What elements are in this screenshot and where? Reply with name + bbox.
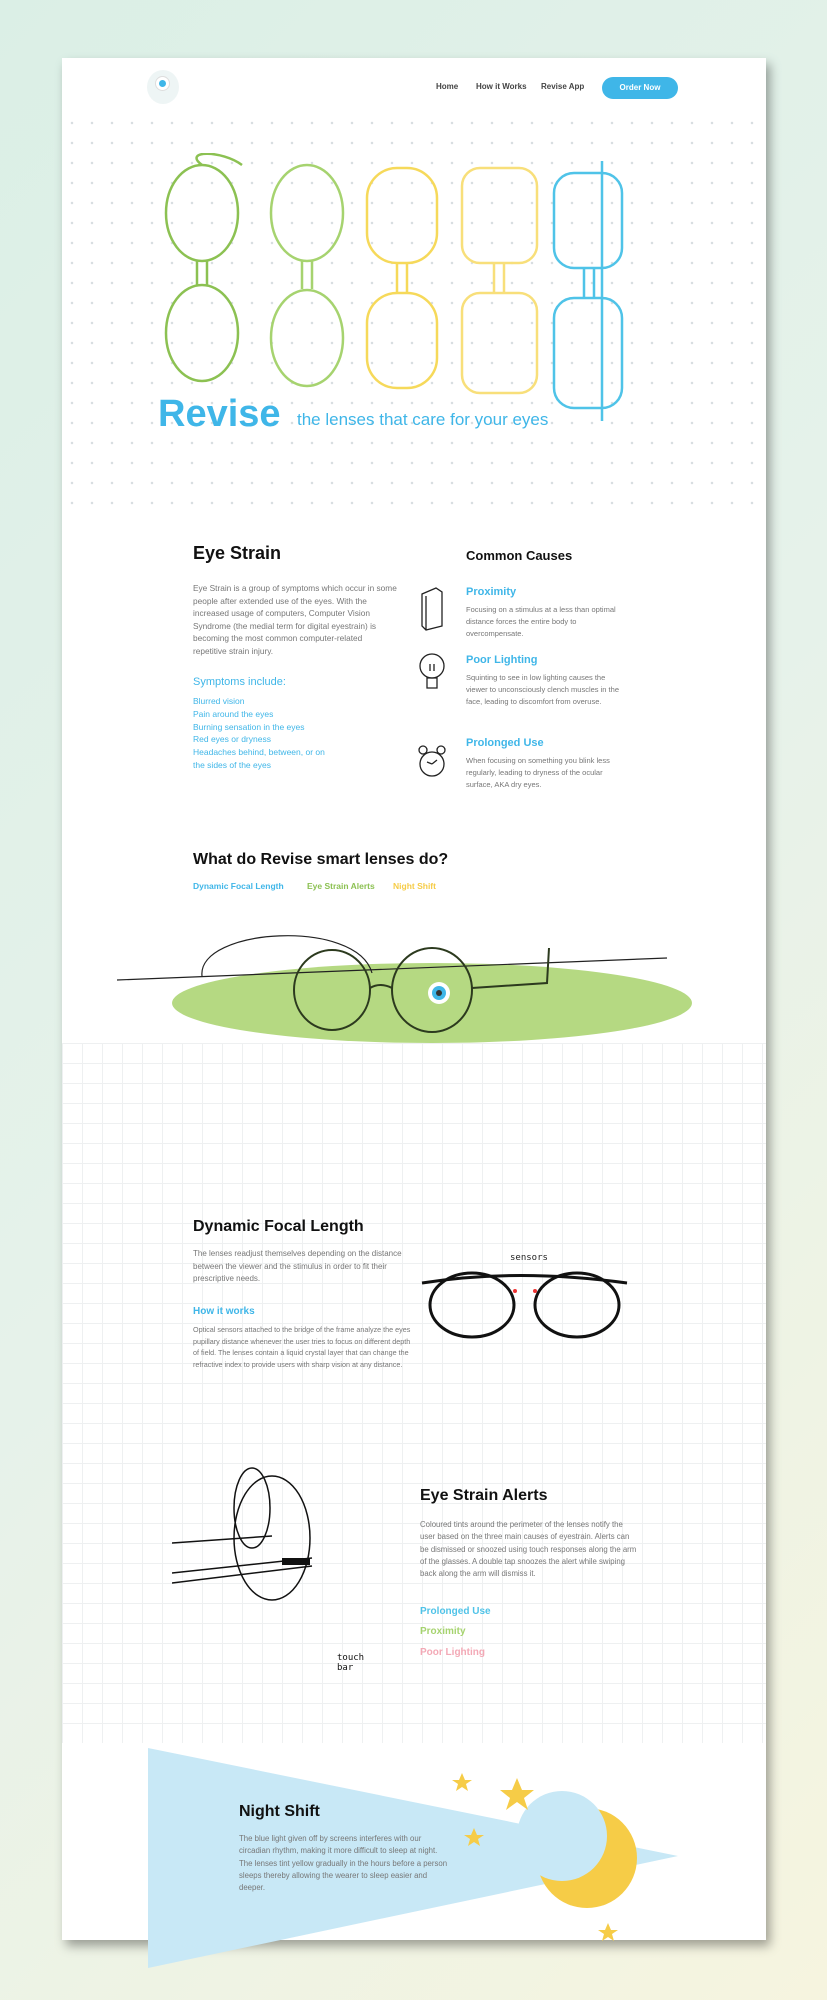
order-now-button[interactable]: Order Now	[602, 77, 678, 99]
grid-pattern	[62, 1043, 766, 1743]
sensor-dot	[513, 1289, 517, 1293]
glasses-yellow	[365, 166, 439, 390]
moon-cutout	[517, 1791, 607, 1881]
page: Home How it Works Revise App Order Now R…	[62, 58, 766, 1968]
how-it-works-title: How it works	[193, 1306, 255, 1317]
glasses-sensors-illustration	[421, 1271, 628, 1339]
symptoms-list: Blurred vision Pain around the eyes Burn…	[193, 695, 333, 772]
book-icon	[421, 587, 443, 631]
touch-bar-label: touch bar	[337, 1653, 365, 1673]
symptoms-title: Symptoms include:	[193, 676, 286, 688]
eye-icon	[156, 77, 169, 90]
alert-poor-lighting: Poor Lighting	[420, 1647, 485, 1658]
glasses-cyan	[552, 161, 624, 421]
alert-proximity: Proximity	[420, 1626, 466, 1637]
symptom: Red eyes or dryness	[193, 734, 271, 745]
cause-proximity-title: Proximity	[466, 586, 517, 598]
features-title: What do Revise smart lenses do?	[193, 851, 449, 868]
alarm-clock-icon	[418, 745, 446, 777]
hero-tagline: the lenses that care for your eyes	[297, 410, 549, 429]
night-shift-body: The blue light given off by screens inte…	[239, 1834, 448, 1893]
glasses-touch-bar-illustration	[172, 1467, 313, 1601]
symptom: Pain around the eyes	[193, 708, 274, 719]
symptom: Blurred vision	[193, 696, 245, 706]
dfl-body: The lenses readjust themselves depending…	[193, 1249, 402, 1284]
cause-poor-lighting-body: Squinting to see in low lighting causes …	[466, 673, 619, 706]
common-causes-title: Common Causes	[466, 548, 573, 563]
lightbulb-icon	[419, 653, 445, 689]
eye-strain-body: Eye Strain is a group of symptoms which …	[193, 583, 397, 656]
nav-home[interactable]: Home	[436, 82, 458, 91]
cause-proximity-body: Focusing on a stimulus at a less than op…	[466, 605, 616, 638]
alerts-title: Eye Strain Alerts	[420, 1487, 548, 1504]
cause-icons	[418, 587, 446, 777]
cause-prolonged-use-title: Prolonged Use	[466, 737, 544, 749]
alert-prolonged-use: Prolonged Use	[420, 1606, 491, 1617]
symptom: Headaches behind, between, or on the sid…	[193, 747, 325, 770]
cause-prolonged-use-body: When focusing on something you blink les…	[466, 756, 610, 789]
symptom: Burning sensation in the eyes	[193, 721, 305, 732]
touch-bar	[282, 1558, 310, 1565]
glasses-green	[164, 153, 243, 383]
eye-strain-title: Eye Strain	[193, 543, 282, 563]
glasses-light-yellow	[460, 166, 539, 395]
nav-how-it-works[interactable]: How it Works	[476, 82, 527, 91]
alerts-body: Coloured tints around the perimeter of t…	[420, 1520, 637, 1579]
cause-poor-lighting-title: Poor Lighting	[466, 654, 538, 666]
feature-link-night-shift[interactable]: Night Shift	[393, 881, 436, 891]
logo[interactable]	[147, 70, 179, 104]
glasses-on-table-illustration	[117, 935, 692, 1043]
nav-revise-app[interactable]: Revise App	[541, 82, 584, 91]
glasses-light-green	[269, 163, 345, 388]
how-it-works-body: Optical sensors attached to the bridge o…	[193, 1325, 411, 1369]
feature-link-eye-strain-alerts[interactable]: Eye Strain Alerts	[307, 881, 375, 891]
dfl-title: Dynamic Focal Length	[193, 1218, 364, 1235]
sensors-label: sensors	[510, 1253, 548, 1263]
night-shift-title: Night Shift	[239, 1803, 320, 1820]
sensor-dot	[533, 1289, 537, 1293]
feature-link-dynamic-focal-length[interactable]: Dynamic Focal Length	[193, 881, 284, 891]
hero-title: Revise	[158, 393, 281, 435]
night-shift-illustration	[148, 1748, 678, 1968]
